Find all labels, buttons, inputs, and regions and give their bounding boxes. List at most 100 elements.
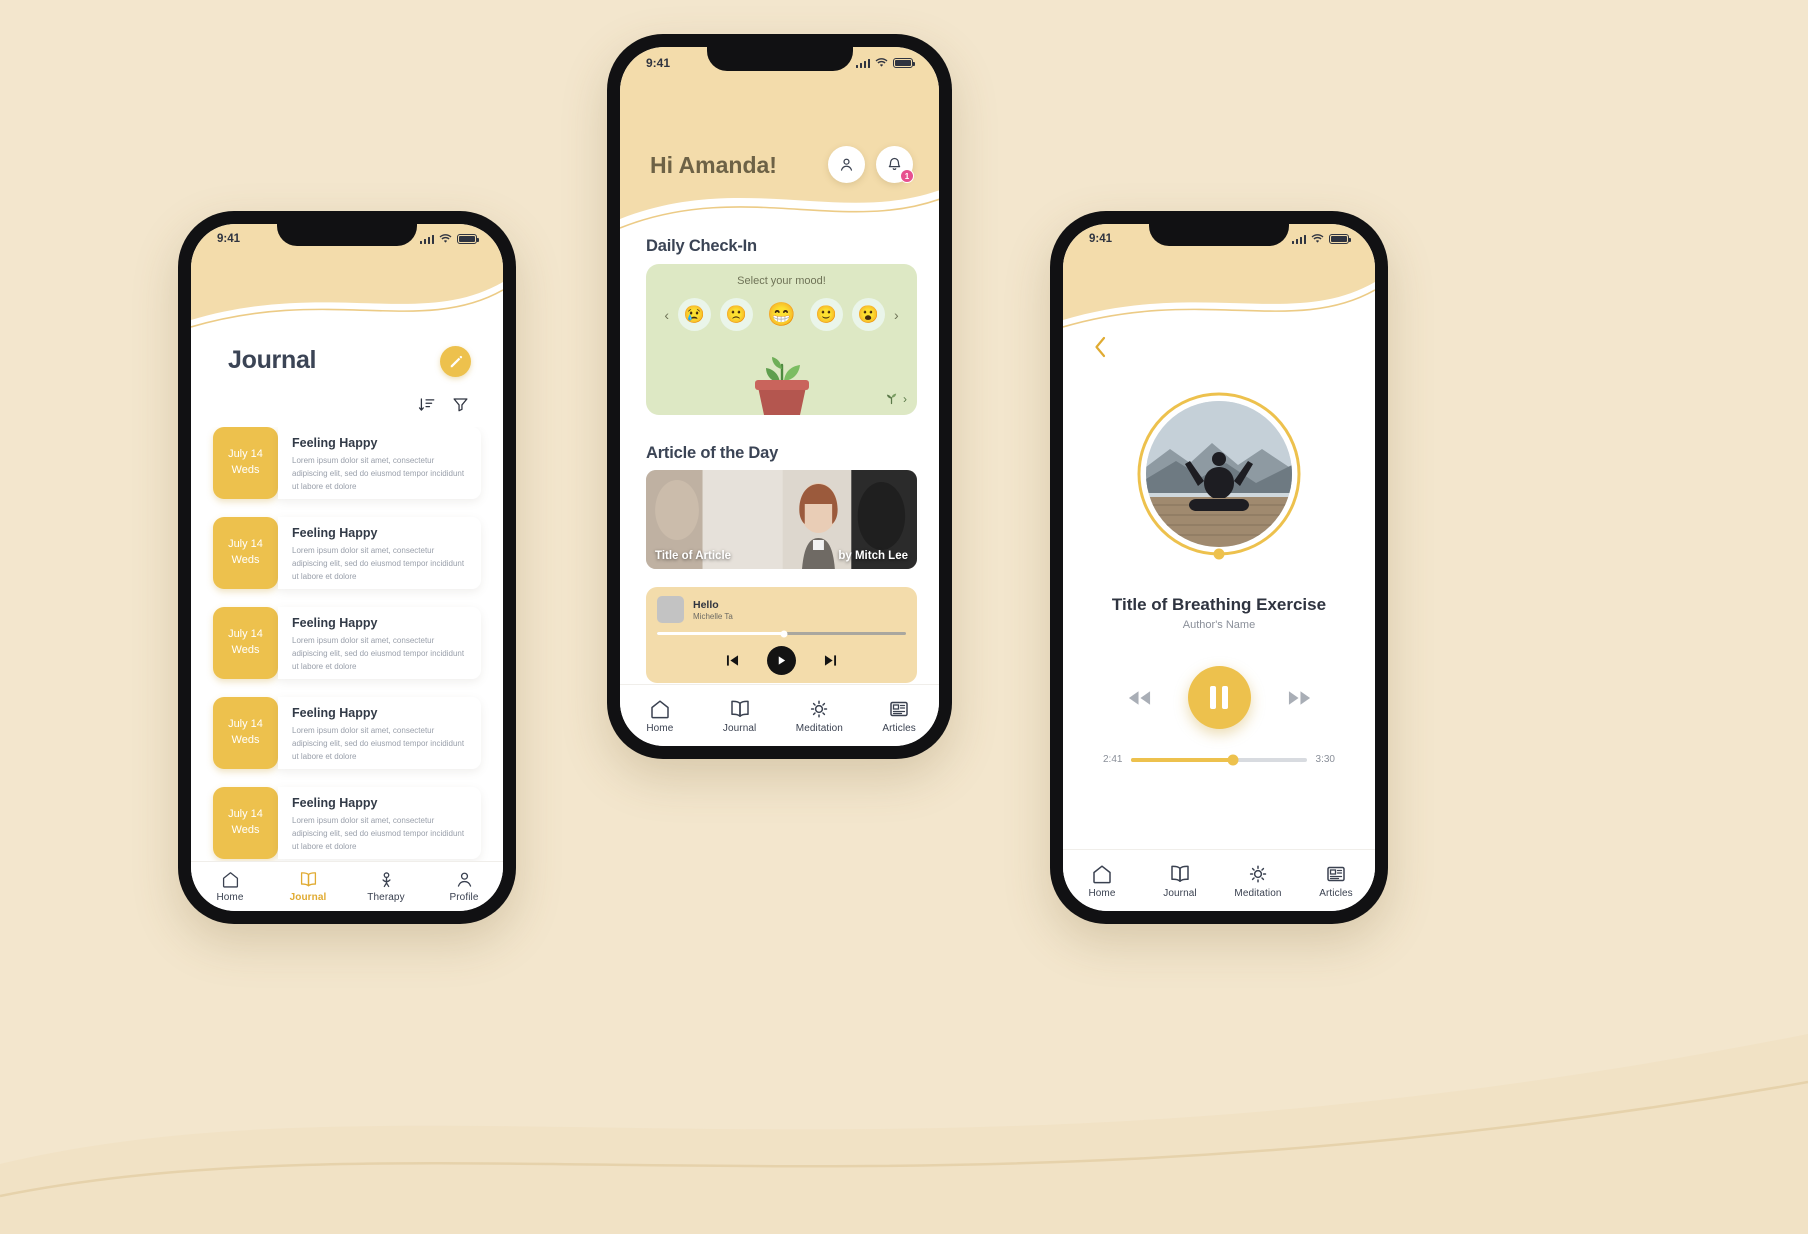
phone-home-screen: 9:41 Hi Amanda! 1 Daily Check-In Select … (607, 34, 952, 759)
nav-item-meditation[interactable]: Meditation (780, 698, 860, 734)
mood-option[interactable]: 🙂 (810, 298, 843, 331)
battery-icon (1329, 234, 1352, 244)
chevron-right-icon[interactable]: › (894, 308, 899, 322)
phone-breathing-screen: 9:41 Title of Breathing Exercise Author'… (1050, 211, 1388, 924)
exercise-author: Author's Name (1182, 619, 1256, 631)
back-button[interactable] (1093, 336, 1108, 363)
nav-item-articles[interactable]: Articles (859, 698, 939, 734)
seek-bar-row: 2:41 3:30 (1103, 754, 1335, 765)
nav-label: Meditation (1234, 887, 1282, 899)
funnel-filter-icon[interactable] (452, 396, 469, 413)
entry-excerpt: Lorem ipsum dolor sit amet, consectetur … (292, 456, 465, 491)
journal-toolbar (418, 396, 469, 413)
entry-body: Feeling Happy Lorem ipsum dolor sit amet… (278, 517, 481, 589)
article-of-the-day-card[interactable]: Title of Article by Mitch Lee (646, 470, 917, 569)
nav-item-home[interactable]: Home (191, 870, 269, 903)
mood-option[interactable]: 😢 (678, 298, 711, 331)
wifi-icon (875, 58, 888, 67)
nav-item-meditation[interactable]: Meditation (1219, 863, 1297, 899)
entry-date: July 14 (228, 808, 263, 821)
nav-item-home[interactable]: Home (620, 698, 700, 734)
mini-player: Hello Michelle Ta (646, 587, 917, 683)
signal-icon (855, 58, 870, 68)
home-icon (1093, 864, 1111, 883)
status-indicators (419, 234, 480, 244)
nav-item-profile[interactable]: Profile (425, 870, 503, 903)
user-profile-icon (457, 872, 471, 887)
journal-entry-row[interactable]: July 14 Weds Feeling Happy Lorem ipsum d… (213, 427, 481, 499)
entry-date-badge: July 14 Weds (213, 427, 278, 499)
sun-meditation-icon (811, 699, 828, 718)
greeting-text: Hi Amanda! (650, 152, 777, 178)
chevron-left-icon (1095, 336, 1106, 358)
rewind-icon[interactable] (1127, 689, 1152, 707)
profile-button[interactable] (828, 146, 865, 183)
entry-excerpt: Lorem ipsum dolor sit amet, consectetur … (292, 816, 465, 851)
device-notch (277, 224, 417, 246)
entry-weekday: Weds (231, 824, 260, 836)
entry-title: Feeling Happy (292, 616, 378, 630)
signal-icon (419, 234, 434, 244)
notifications-button[interactable]: 1 (876, 146, 914, 183)
nav-item-articles[interactable]: Articles (1297, 863, 1375, 899)
phone-journal-screen: 9:41 Journal July 14 Weds Feeling Happy … (178, 211, 516, 924)
pause-button[interactable] (1187, 666, 1251, 729)
open-book-icon (730, 700, 749, 717)
nav-label: Articles (882, 722, 916, 734)
header-actions: 1 (828, 146, 914, 183)
mood-option-selected[interactable]: 😁 (762, 295, 801, 334)
chevron-left-icon[interactable]: ‹ (664, 308, 669, 322)
status-indicators (855, 58, 916, 68)
pause-icon (1210, 686, 1228, 709)
mood-prompt: Select your mood! (737, 275, 826, 287)
seek-knob[interactable] (1227, 754, 1239, 765)
journal-entry-row[interactable]: July 14 Weds Feeling Happy Lorem ipsum d… (213, 517, 481, 589)
status-time: 9:41 (646, 56, 671, 70)
plant-pot-illustration (754, 357, 809, 415)
entry-excerpt: Lorem ipsum dolor sit amet, consectetur … (292, 546, 465, 581)
mini-player-progress[interactable] (657, 630, 906, 637)
entry-body: Feeling Happy Lorem ipsum dolor sit amet… (278, 787, 481, 859)
article-byline: by Mitch Lee (838, 550, 908, 562)
seek-bar[interactable] (1131, 754, 1307, 765)
newspaper-icon (1327, 866, 1345, 881)
pencil-icon (450, 355, 462, 367)
plant-progress-link[interactable]: › (884, 391, 907, 406)
entry-date: July 14 (228, 718, 263, 731)
entry-weekday: Weds (231, 644, 260, 656)
nav-label: Meditation (795, 722, 843, 734)
entry-date: July 14 (228, 538, 263, 551)
nav-item-journal[interactable]: Journal (1141, 863, 1219, 899)
mood-option[interactable]: 🙁 (720, 298, 753, 331)
sort-descending-icon[interactable] (418, 396, 435, 413)
nav-item-therapy[interactable]: Therapy (347, 870, 425, 903)
fast-forward-icon[interactable] (1287, 689, 1312, 707)
journal-entry-row[interactable]: July 14 Weds Feeling Happy Lorem ipsum d… (213, 607, 481, 679)
wifi-icon (439, 234, 452, 243)
entry-date: July 14 (228, 628, 263, 641)
nav-item-journal[interactable]: Journal (269, 870, 347, 903)
mood-option[interactable]: 😮 (852, 298, 885, 331)
device-notch (1149, 224, 1289, 246)
journal-entry-row[interactable]: July 14 Weds Feeling Happy Lorem ipsum d… (213, 697, 481, 769)
track-thumbnail (657, 596, 684, 623)
play-button[interactable] (767, 646, 796, 675)
mood-selector-card: Select your mood! ‹ 😢 🙁 😁 🙂 😮 › › (646, 264, 917, 415)
progress-knob[interactable] (780, 630, 788, 637)
article-heading: Article of the Day (646, 444, 779, 462)
article-title: Title of Article (655, 550, 732, 562)
home-screen: 9:41 Hi Amanda! 1 Daily Check-In Select … (620, 47, 939, 746)
new-entry-button[interactable] (440, 346, 471, 377)
journal-entry-list[interactable]: July 14 Weds Feeling Happy Lorem ipsum d… (191, 427, 503, 863)
entry-date-badge: July 14 Weds (213, 697, 278, 769)
journal-entry-row[interactable]: July 14 Weds Feeling Happy Lorem ipsum d… (213, 787, 481, 859)
page-title: Journal (228, 346, 317, 374)
notification-badge: 1 (900, 169, 914, 183)
skip-next-icon[interactable] (822, 652, 839, 669)
nav-item-home[interactable]: Home (1063, 863, 1141, 899)
skip-previous-icon[interactable] (724, 652, 741, 669)
user-icon (840, 158, 853, 171)
entry-date-badge: July 14 Weds (213, 607, 278, 679)
duration-time: 3:30 (1315, 754, 1335, 765)
nav-item-journal[interactable]: Journal (700, 698, 780, 734)
